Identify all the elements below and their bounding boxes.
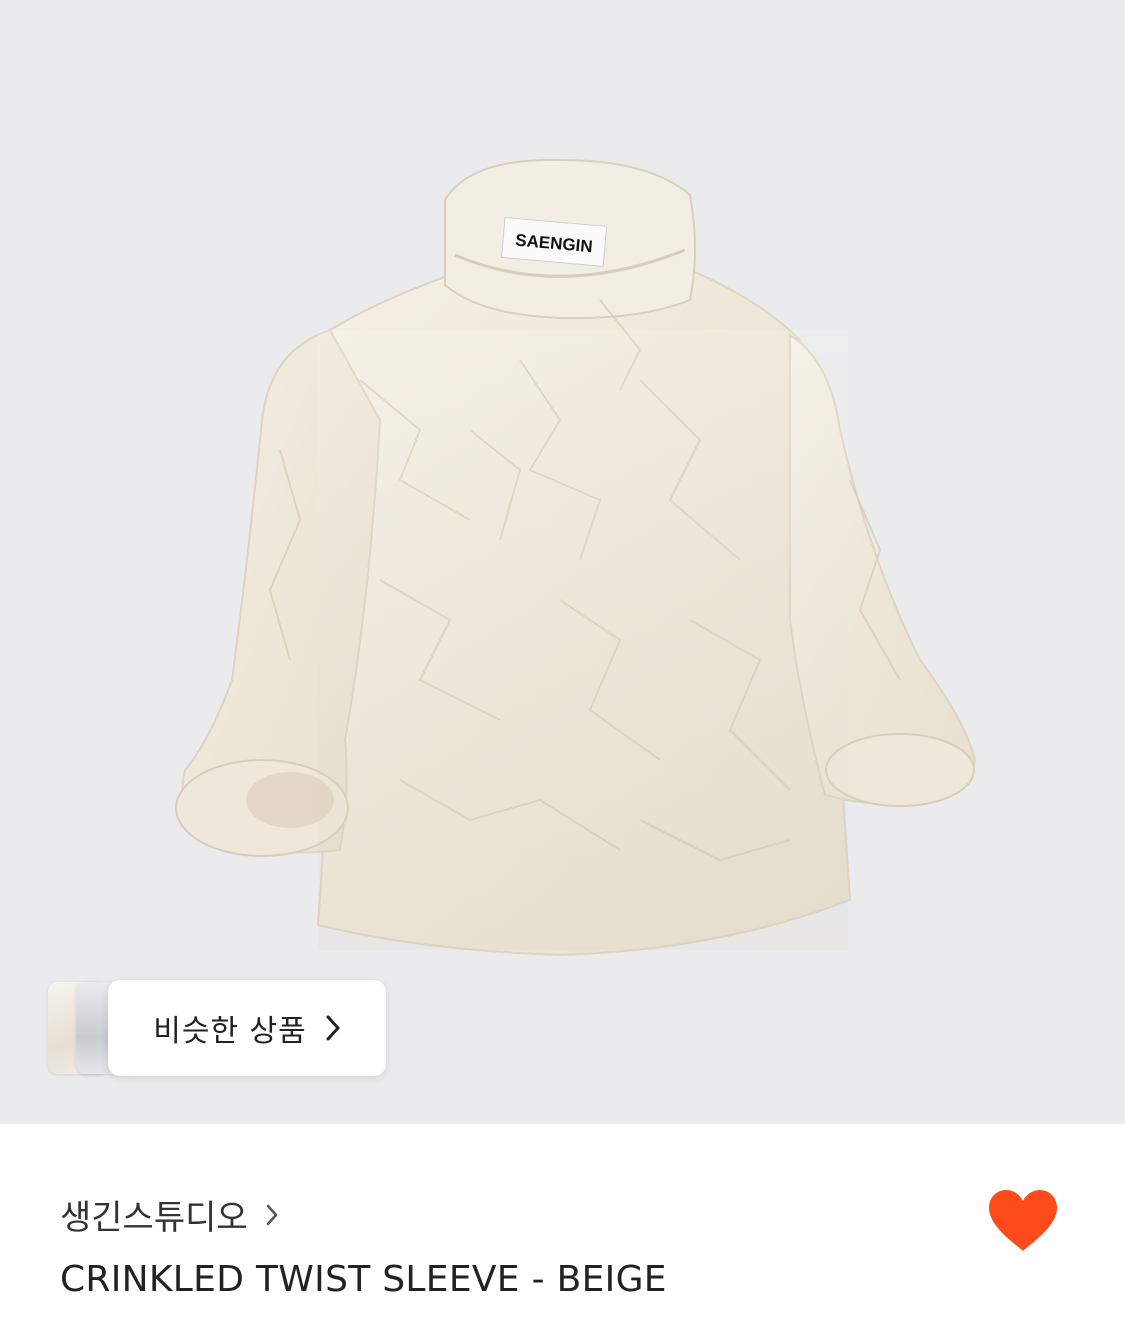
product-image[interactable]: SAENGIN [0, 0, 1125, 1124]
similar-products-button[interactable]: 비슷한 상품 [108, 980, 386, 1076]
similar-products[interactable]: 비슷한 상품 [48, 980, 386, 1076]
garment-illustration: SAENGIN [175, 158, 977, 957]
like-button[interactable] [984, 1186, 1062, 1256]
garment-label: SAENGIN [501, 217, 608, 267]
product-title: CRINKLED TWIST SLEEVE - BEIGE [60, 1259, 667, 1300]
brand-link[interactable]: 생긴스튜디오 [60, 1190, 278, 1239]
chevron-right-icon [266, 1204, 278, 1226]
similar-products-label: 비슷한 상품 [153, 1014, 307, 1049]
chevron-right-icon [325, 1014, 341, 1042]
brand-name: 생긴스튜디오 [60, 1198, 248, 1238]
heart-icon [989, 1190, 1057, 1251]
product-info: 생긴스튜디오 CRINKLED TWIST SLEEVE - BEIGE [0, 1124, 1125, 1326]
